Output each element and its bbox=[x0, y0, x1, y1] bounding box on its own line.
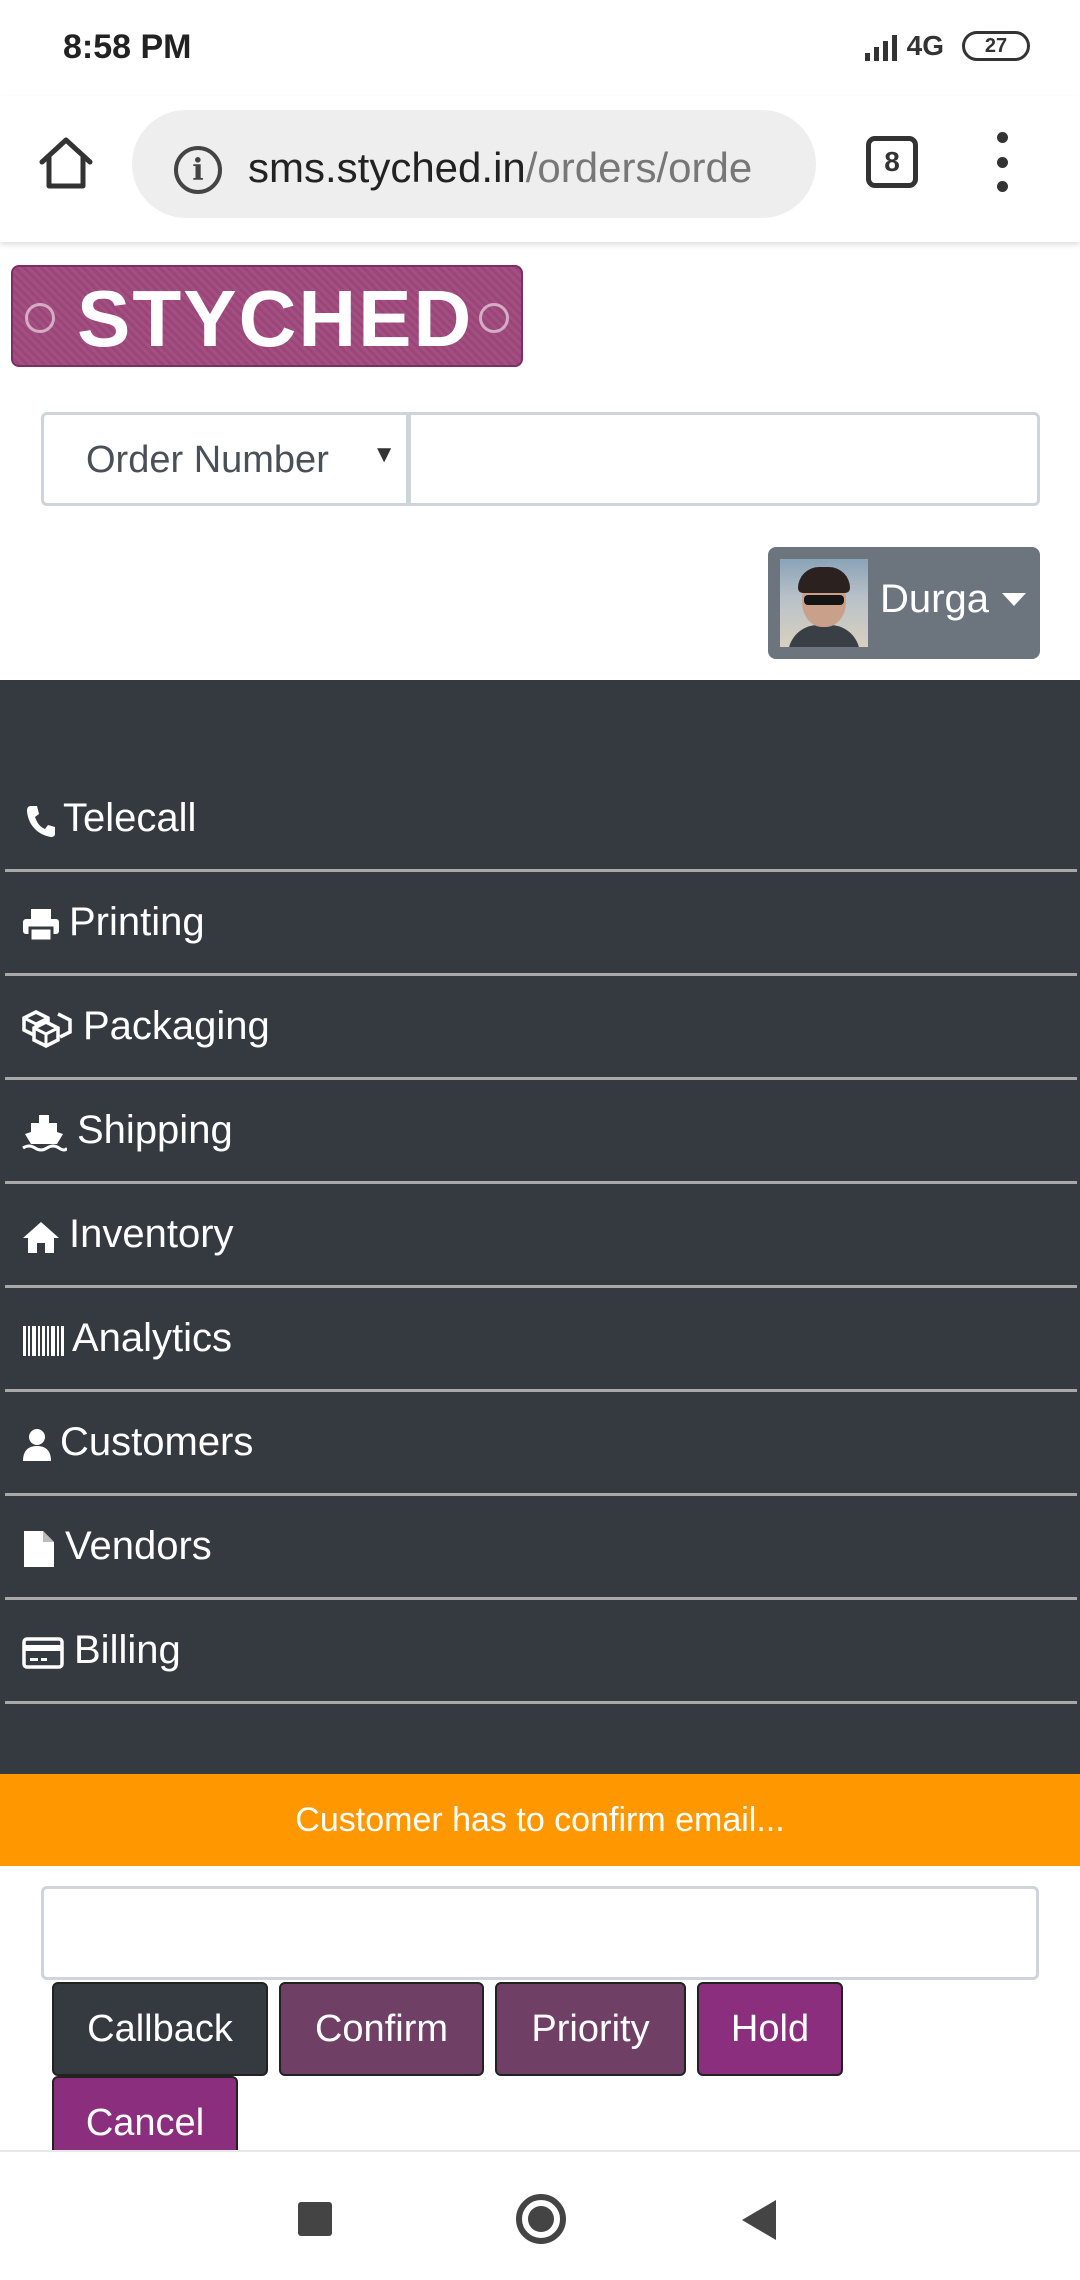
sidebar-item-analytics[interactable]: Analytics bbox=[5, 1288, 1077, 1392]
search-input[interactable] bbox=[408, 412, 1040, 506]
signal-icon bbox=[864, 31, 897, 61]
printer-icon bbox=[21, 906, 61, 944]
logo-text: STYCHED bbox=[77, 274, 474, 363]
sidebar-nav: Telecall Printing Packaging Shipping Inv… bbox=[0, 680, 1080, 1774]
sidebar-item-vendors[interactable]: Vendors bbox=[5, 1496, 1077, 1600]
button-icon bbox=[479, 303, 509, 333]
sidebar-item-printing[interactable]: Printing bbox=[5, 872, 1077, 976]
url-bar[interactable]: i sms.styched.in/orders/orde bbox=[132, 110, 816, 218]
url-text: sms.styched.in/orders/orde bbox=[248, 144, 752, 192]
sidebar-item-billing[interactable]: Billing bbox=[5, 1600, 1077, 1704]
sidebar-item-label: Inventory bbox=[69, 1212, 234, 1256]
search-type-select[interactable]: Order Number ▼ bbox=[41, 412, 409, 506]
caret-down-icon: ▼ bbox=[372, 441, 396, 468]
house-icon bbox=[39, 137, 93, 189]
button-icon bbox=[25, 303, 55, 333]
sidebar-item-label: Packaging bbox=[83, 1004, 270, 1048]
ship-icon bbox=[21, 1114, 67, 1152]
sidebar-item-packaging[interactable]: Packaging bbox=[5, 976, 1077, 1080]
phone-icon bbox=[21, 802, 61, 840]
avatar bbox=[780, 559, 868, 647]
url-path: /orders/orde bbox=[525, 144, 753, 191]
home-icon bbox=[21, 1218, 61, 1256]
confirm-button[interactable]: Confirm bbox=[279, 1982, 484, 2076]
back-icon[interactable] bbox=[742, 2200, 776, 2240]
barcode-icon bbox=[21, 1322, 65, 1360]
sidebar-item-shipping[interactable]: Shipping bbox=[5, 1080, 1077, 1184]
sidebar-item-inventory[interactable]: Inventory bbox=[5, 1184, 1077, 1288]
sidebar-item-label: Printing bbox=[69, 900, 205, 944]
network-type: 4G bbox=[906, 30, 944, 61]
user-menu-button[interactable]: Durga bbox=[768, 547, 1040, 659]
priority-button[interactable]: Priority bbox=[495, 1982, 686, 2076]
caret-down-icon bbox=[1002, 593, 1026, 606]
browser-menu-button[interactable] bbox=[984, 132, 1020, 192]
sidebar-item-label: Analytics bbox=[72, 1316, 233, 1360]
hold-button[interactable]: Hold bbox=[697, 1982, 843, 2076]
callback-button[interactable]: Callback bbox=[52, 1982, 268, 2076]
alert-text: Customer has to confirm email... bbox=[295, 1800, 785, 1839]
note-input[interactable] bbox=[41, 1886, 1039, 1980]
credit-card-icon bbox=[21, 1634, 65, 1672]
browser-toolbar: i sms.styched.in/orders/orde 8 bbox=[0, 96, 1080, 242]
sidebar-item-label: Telecall bbox=[63, 796, 197, 840]
boxes-icon bbox=[21, 1010, 73, 1048]
tab-switcher-button[interactable]: 8 bbox=[866, 136, 918, 188]
battery-icon: 27 bbox=[962, 31, 1030, 61]
sidebar-item-label: Shipping bbox=[77, 1108, 233, 1152]
sidebar-item-label: Vendors bbox=[65, 1524, 212, 1568]
sidebar-item-label: Billing bbox=[74, 1628, 181, 1672]
styched-logo[interactable]: STYCHED bbox=[11, 265, 523, 367]
status-indicators: 4G 27 bbox=[864, 30, 1030, 62]
status-time: 8:58 PM bbox=[63, 28, 192, 66]
home-circle-icon[interactable] bbox=[516, 2194, 566, 2244]
url-host: sms.styched.in bbox=[248, 144, 526, 191]
sidebar-item-telecall[interactable]: Telecall bbox=[5, 768, 1077, 872]
sidebar-item-customers[interactable]: Customers bbox=[5, 1392, 1077, 1496]
browser-home-button[interactable] bbox=[36, 132, 96, 192]
status-bar: 8:58 PM 4G 27 bbox=[0, 0, 1080, 96]
file-icon bbox=[21, 1530, 57, 1568]
site-info-icon[interactable]: i bbox=[174, 146, 222, 194]
status-alert: Customer has to confirm email... bbox=[0, 1774, 1080, 1866]
sidebar-item-label: Customers bbox=[60, 1420, 254, 1464]
system-nav-bar bbox=[0, 2150, 1080, 2280]
user-icon bbox=[21, 1426, 53, 1464]
recents-icon[interactable] bbox=[298, 2202, 332, 2236]
user-name: Durga bbox=[880, 577, 989, 621]
search-type-label: Order Number bbox=[86, 439, 329, 481]
